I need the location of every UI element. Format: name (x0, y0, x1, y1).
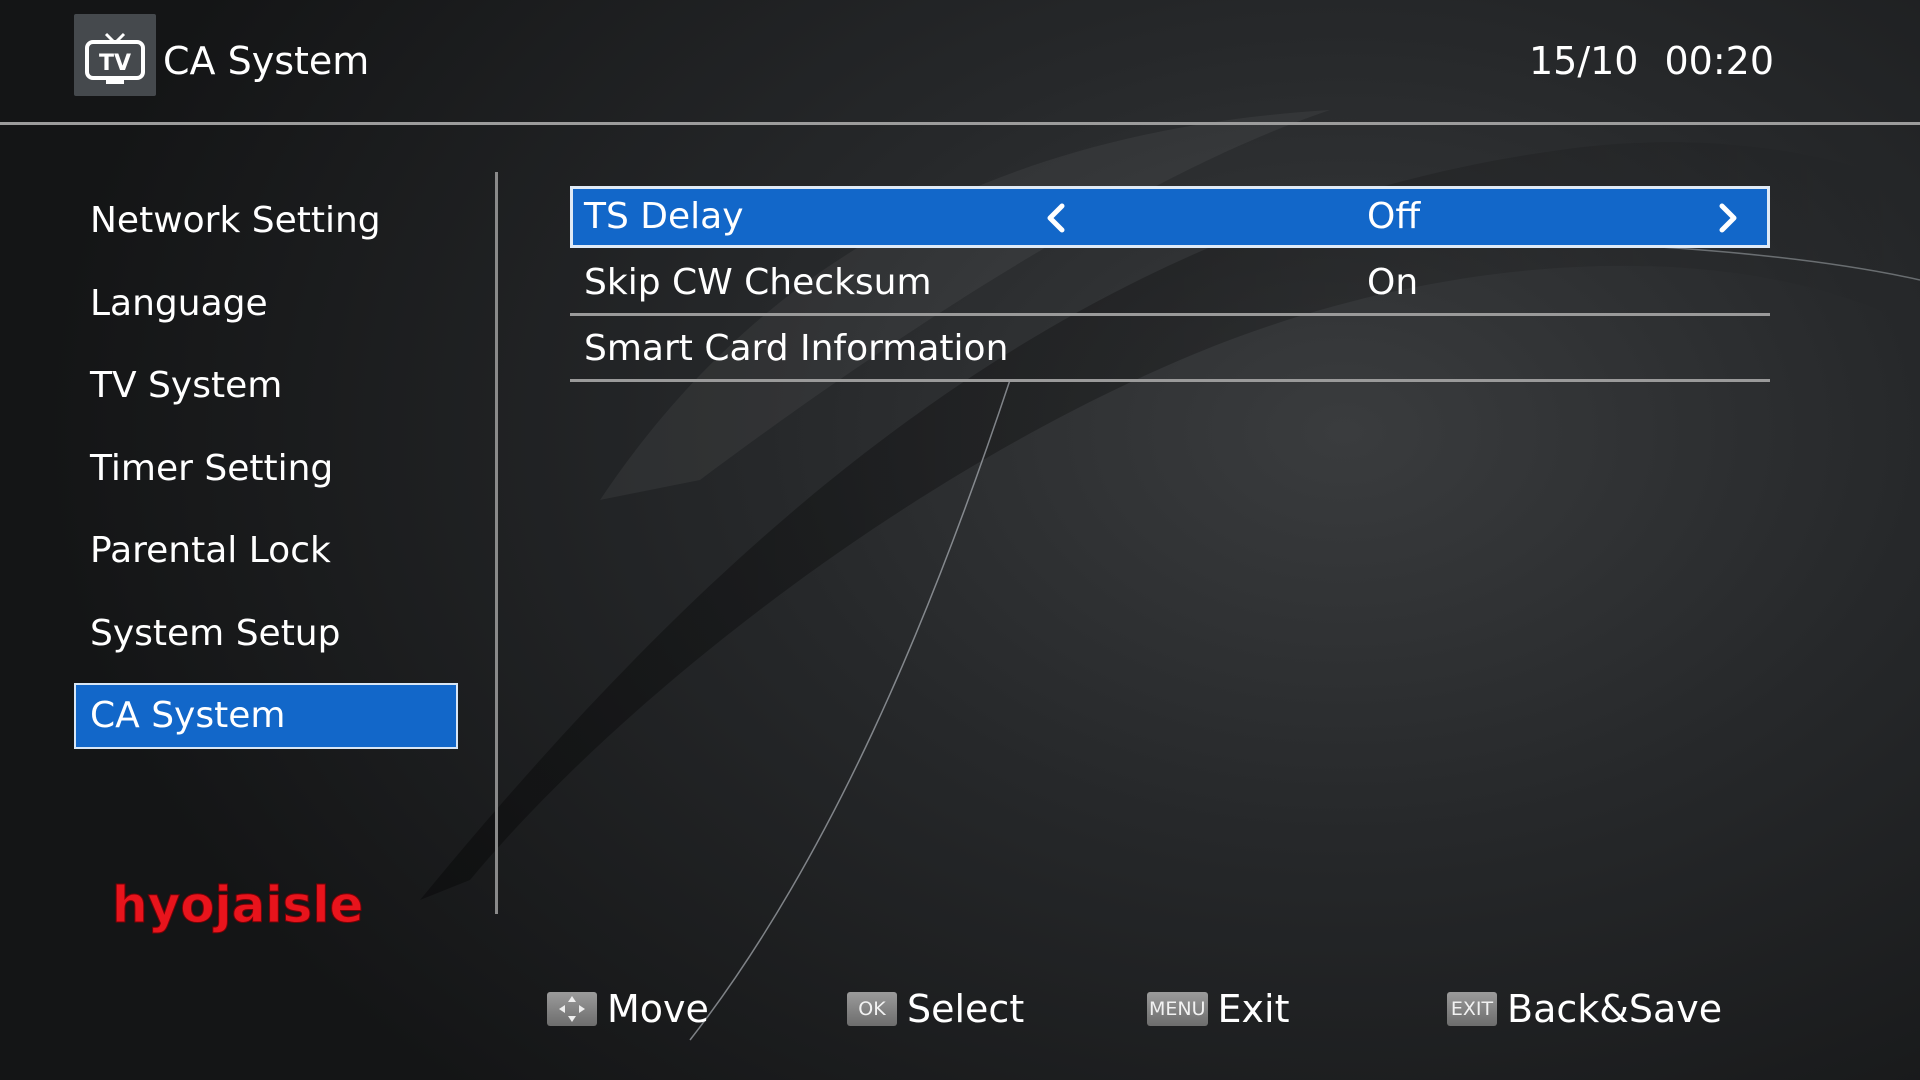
setting-row-ts-delay[interactable]: TS Delay Off (570, 186, 1770, 248)
sidebar-item-timer-setting[interactable]: Timer Setting (74, 436, 458, 502)
vertical-divider (495, 172, 498, 914)
page-title: CA System (163, 39, 370, 83)
chevron-right-icon[interactable] (1716, 203, 1740, 233)
setting-label: Smart Card Information (584, 328, 1009, 369)
chevron-left-icon[interactable] (1044, 203, 1068, 233)
settings-list: TS Delay Off Skip CW Checksum On Smart C… (570, 186, 1770, 384)
sidebar-item-ca-system[interactable]: CA System (74, 683, 458, 749)
footer-hint-select: OK Select (847, 984, 1024, 1034)
setting-row-skip-cw-checksum[interactable]: Skip CW Checksum On (570, 252, 1770, 316)
setting-label: TS Delay (584, 196, 744, 237)
sidebar-item-language[interactable]: Language (74, 271, 458, 337)
ok-key-badge: OK (847, 992, 897, 1026)
setting-value: Off (1367, 196, 1421, 237)
setting-value: On (1367, 262, 1419, 303)
setting-row-smart-card-information[interactable]: Smart Card Information (570, 318, 1770, 382)
sidebar-item-tv-system[interactable]: TV System (74, 353, 458, 419)
sidebar-item-network-setting[interactable]: Network Setting (74, 188, 458, 254)
header-divider (0, 122, 1920, 125)
tv-icon: TV (74, 14, 156, 96)
sidebar-item-system-setup[interactable]: System Setup (74, 601, 458, 667)
footer-label-back-save: Back&Save (1507, 987, 1723, 1031)
svg-text:hyojaisle: hyojaisle (112, 876, 363, 934)
footer-label-move: Move (607, 987, 709, 1031)
date-time: 15/10 00:20 (1529, 36, 1774, 86)
footer-hint-exit: MENU Exit (1147, 984, 1290, 1034)
sidebar-item-parental-lock[interactable]: Parental Lock (74, 518, 458, 584)
setting-label: Skip CW Checksum (584, 262, 932, 303)
menu-key-badge: MENU (1147, 992, 1208, 1026)
clock: 00:20 (1664, 39, 1774, 83)
sidebar-menu: Network Setting Language TV System Timer… (74, 188, 458, 766)
footer-hint-move: Move (547, 984, 709, 1034)
footer-label-exit: Exit (1217, 987, 1290, 1031)
svg-text:TV: TV (99, 51, 131, 76)
footer-label-select: Select (907, 987, 1025, 1031)
exit-key-badge: EXIT (1447, 992, 1497, 1026)
move-arrows-icon (547, 992, 597, 1026)
footer-hint-back-save: EXIT Back&Save (1447, 984, 1722, 1034)
watermark-text: hyojaisle (112, 876, 364, 935)
date: 15/10 (1528, 39, 1639, 83)
